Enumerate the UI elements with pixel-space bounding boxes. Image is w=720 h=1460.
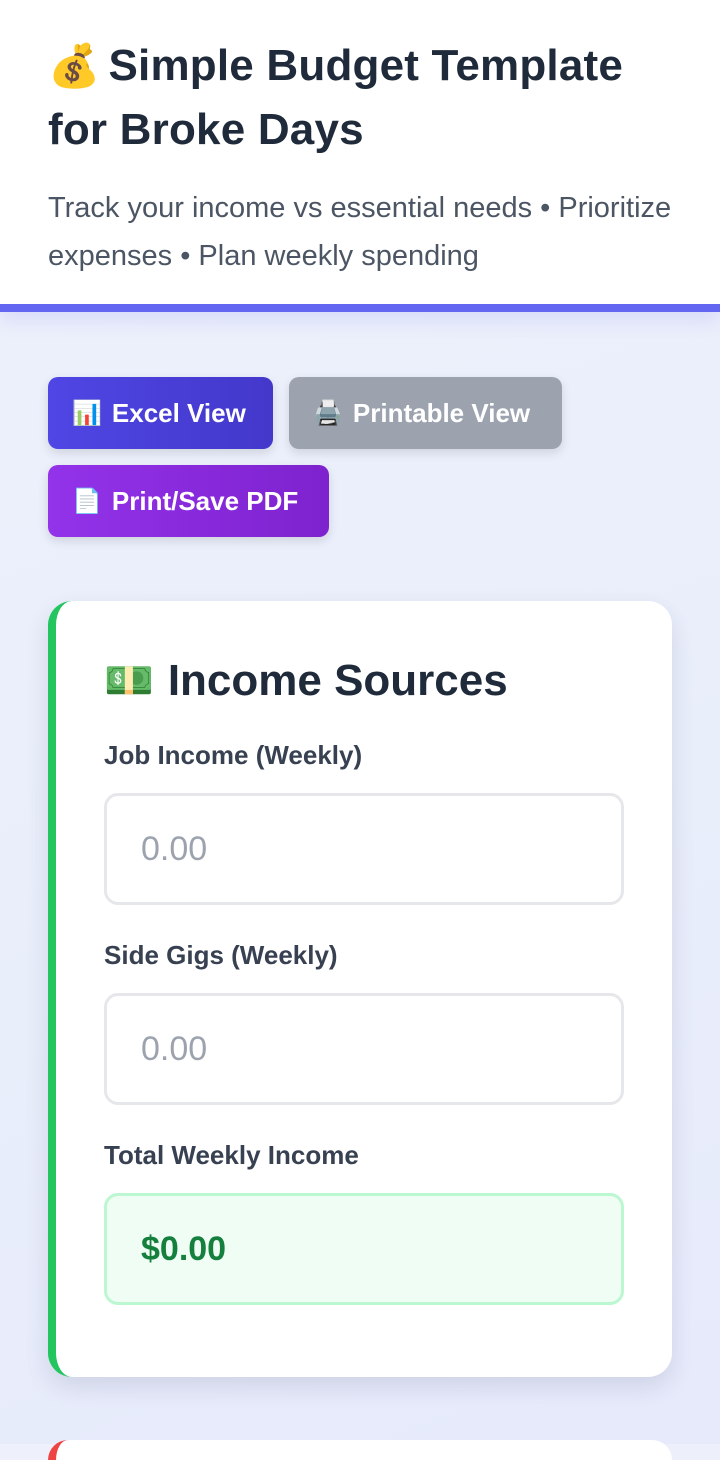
income-sources-title: Income Sources (167, 656, 508, 705)
excel-view-button[interactable]: 📊 Excel View (48, 377, 273, 449)
page-header: 💰 Simple Budget Template for Broke Days T… (0, 0, 720, 312)
total-weekly-income-label: Total Weekly Income (104, 1140, 359, 1170)
money-bag-icon: 💰 (48, 42, 101, 89)
printable-view-label: Printable View (352, 397, 531, 428)
job-income-input[interactable] (104, 793, 624, 905)
printable-view-button[interactable]: 🖨️ Printable View (289, 377, 562, 449)
income-sources-card: 💵 Income Sources Job Income (Weekly) Sid… (48, 601, 672, 1377)
document-icon: 📄 (72, 487, 102, 515)
side-gigs-label: Side Gigs (Weekly) (104, 940, 338, 970)
total-weekly-income-value: $0.00 (104, 1193, 624, 1305)
dollar-bill-icon: 💵 (104, 659, 154, 703)
page-title-text: Simple Budget Template for Broke Days (48, 41, 624, 154)
page-title: 💰 Simple Budget Template for Broke Days (48, 34, 672, 162)
bar-chart-icon: 📊 (72, 399, 102, 427)
job-income-label: Job Income (Weekly) (104, 740, 363, 770)
print-save-pdf-label: Print/Save PDF (111, 485, 299, 516)
printer-icon: 🖨️ (313, 399, 343, 427)
page-subtitle: Track your income vs essential needs • P… (48, 192, 672, 272)
side-gigs-input[interactable] (104, 993, 624, 1105)
print-save-pdf-button[interactable]: 📄 Print/Save PDF (48, 465, 329, 537)
next-card-edge (48, 1440, 672, 1460)
income-sources-heading: 💵 Income Sources (104, 651, 624, 711)
excel-view-label: Excel View (111, 397, 246, 428)
